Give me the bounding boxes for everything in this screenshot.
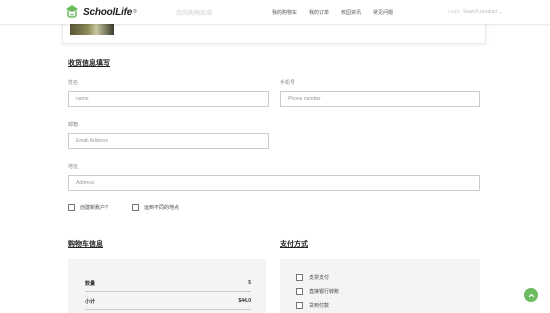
cart-divider [85,291,251,292]
scroll-to-top-button[interactable] [524,288,538,302]
logo-icon [64,4,80,20]
header-faint-title: 我的购物商城 [176,11,213,17]
payment-check-label: 支票支付 [309,275,330,281]
payment-bank-box[interactable] [296,288,303,295]
cart-summary-box: 数量 5 小计 $44.0 [68,259,266,313]
nav-item-orders[interactable]: 我的订单 [309,9,329,16]
payment-cod-box[interactable] [296,302,303,309]
cart-subtotal-label: 小计 [85,299,96,305]
create-account-box[interactable] [68,204,75,211]
shipping-section-title: 收货信息填写 [68,60,110,67]
main-nav: 我的购物车 我的订单 校园资讯 常见问题 [272,9,393,16]
cart-quantity-label: 数量 [85,281,96,287]
ship-different-label: 运到不同的地点 [144,205,180,211]
ship-different-box[interactable] [132,204,139,211]
payment-check-box[interactable] [296,274,303,281]
payment-option-check[interactable]: 支票支付 [296,274,329,281]
phone-label: 手机号 [280,80,296,86]
name-label: 姓名 [68,80,79,86]
cart-section-title: 购物车信息 [68,241,103,248]
nav-item-faq[interactable]: 常见问题 [373,9,393,16]
product-thumbnail[interactable] [70,24,114,35]
chevron-up-icon [528,286,535,304]
payment-option-bank-transfer[interactable]: 直接银行转账 [296,288,339,295]
cart-row-quantity: 数量 5 [85,280,251,287]
brand-name: SchoolLife [83,6,133,18]
name-field[interactable] [68,91,269,107]
address-field[interactable] [68,175,480,191]
email-label: 邮箱 [68,122,79,128]
search-input[interactable] [463,6,533,17]
payment-bank-label: 直接银行转账 [309,289,340,295]
cart-subtotal-value: $44.0 [238,298,251,304]
cart-divider [85,309,251,310]
payment-option-cod[interactable]: 贷到付款 [296,302,329,309]
nav-item-cart[interactable]: 我的购物车 [272,9,297,16]
header-faint-link[interactable]: Login [448,9,460,15]
payment-options-box: 支票支付 直接银行转账 贷到付款 [280,259,480,313]
payment-cod-label: 贷到付款 [309,303,330,309]
cart-quantity-value: 5 [248,280,251,286]
brand-registered-mark: ® [133,9,137,15]
email-field[interactable] [68,133,269,149]
site-logo[interactable]: SchoolLife ® [64,3,137,21]
nav-item-news[interactable]: 校园资讯 [341,9,361,16]
ship-different-checkbox[interactable]: 运到不同的地点 [132,204,179,211]
address-label: 地址 [68,164,79,170]
create-account-label: 创建新账户? [80,205,108,211]
payment-section-title: 支付方式 [280,241,308,248]
create-account-checkbox[interactable]: 创建新账户? [68,204,108,211]
site-header: SchoolLife ® 我的购物商城 我的购物车 我的订单 校园资讯 常见问题… [0,0,550,24]
phone-field[interactable] [280,91,480,107]
cart-row-subtotal: 小计 $44.0 [85,298,251,305]
